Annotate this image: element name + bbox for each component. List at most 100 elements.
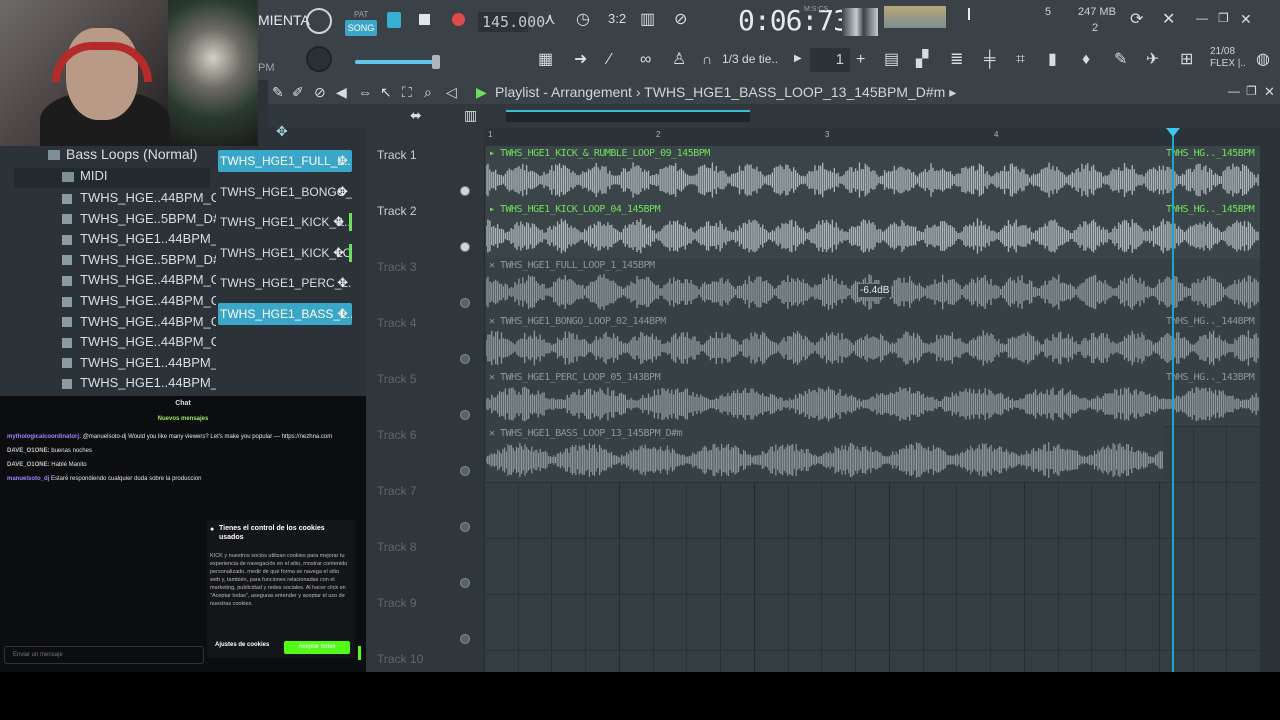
browser-file[interactable]: TWHS_HGE..44BPM_Gm	[62, 334, 232, 354]
playback-icon[interactable]: ◁	[446, 85, 457, 99]
track-label[interactable]: Track 1	[377, 148, 417, 162]
track-mute-button[interactable]	[460, 578, 470, 588]
metronome-icon[interactable]: ⋏	[544, 12, 556, 28]
track-mute-button[interactable]	[460, 522, 470, 532]
browser-icon[interactable]: ⌗	[1016, 52, 1025, 68]
playhead-marker[interactable]	[1166, 128, 1180, 137]
track-label[interactable]: Track 9	[377, 596, 417, 610]
paint-icon[interactable]: ✐	[292, 85, 304, 99]
audio-clip[interactable]: ✕ TWHS_HGE1_PERC_LOOP_05_143BPM TWHS_HG.._…	[486, 370, 1260, 426]
track-mute-button[interactable]	[460, 354, 470, 364]
help-icon[interactable]: ✈	[1146, 52, 1159, 68]
track-label[interactable]: Track 3	[377, 260, 417, 274]
pattern-item[interactable]: TWHS_HGE1_PERC_L.. ✥	[218, 272, 352, 294]
window-close-icon[interactable]: ✕	[1264, 85, 1275, 98]
track-mute-button[interactable]	[460, 186, 470, 196]
arrow-right-icon[interactable]: ➜	[574, 52, 587, 68]
track-label[interactable]: Track 4	[377, 316, 417, 330]
tempo-display[interactable]: 145.000	[478, 12, 545, 32]
mute-icon[interactable]: ◀	[336, 85, 347, 99]
vertical-scrollbar[interactable]	[1262, 146, 1276, 672]
master-volume-knob[interactable]	[306, 8, 332, 34]
track-mute-button[interactable]	[460, 634, 470, 644]
snap-selector[interactable]: 1/3 de tie..	[722, 52, 778, 66]
overview-scroll[interactable]	[506, 110, 750, 122]
select-icon[interactable]: ↖	[380, 85, 392, 99]
pattern-item[interactable]: TWHS_HGE1_BONGO_.. ✥	[218, 181, 352, 203]
touch-icon[interactable]: ✎	[1114, 52, 1127, 68]
zoom-fit-icon[interactable]: ⛶	[402, 85, 412, 99]
channel-rack-icon[interactable]: ▞	[916, 52, 928, 68]
audio-clip[interactable]: ✕ TWHS_HGE1_BONGO_LOOP_02_144BPM TWHS_HG..…	[486, 314, 1260, 370]
magnet-icon[interactable]: ∩	[702, 52, 712, 66]
snap-arrows-icon[interactable]: ✥	[276, 124, 288, 138]
refresh-icon[interactable]: ⟳	[1130, 12, 1143, 28]
track-label[interactable]: Track 7	[377, 484, 417, 498]
master-slider[interactable]	[355, 60, 435, 64]
track-mute-button[interactable]	[460, 298, 470, 308]
browser-file[interactable]: TWHS_HGE1..44BPM_Em	[62, 355, 238, 375]
browser-subfolder[interactable]: MIDI	[14, 168, 210, 188]
scroll-arrows-icon[interactable]: ⬌	[410, 108, 422, 122]
wait-input-icon[interactable]: ◷	[576, 12, 590, 28]
browser-file[interactable]: TWHS_HGE..44BPM_Gm	[62, 293, 232, 313]
browser-file[interactable]: TWHS_HGE..44BPM_Gm	[62, 272, 232, 292]
audio-clip[interactable]: ▸ TWHS_HGE1_KICK_&_RUMBLE_LOOP_09_145BPM T…	[486, 146, 1260, 202]
menu-fragment[interactable]: MIENTA	[258, 12, 310, 28]
browser-file[interactable]: TWHS_HGE..44BPM_Gm	[62, 314, 232, 334]
window-minimize-icon[interactable]: —	[1228, 85, 1240, 97]
chat-username[interactable]: manuelsoto_dj	[7, 476, 49, 482]
master-pitch-knob[interactable]	[306, 46, 332, 72]
chat-username[interactable]: DAVE_O1ONE:	[7, 462, 50, 468]
close-icon[interactable]: ✕	[1240, 12, 1252, 26]
browser-file[interactable]: TWHS_HGE1..44BPM_Em	[62, 375, 238, 395]
stop-icon[interactable]	[419, 14, 430, 25]
drag-pattern-icon[interactable]: ✥	[333, 242, 344, 264]
mixer-icon[interactable]: ≣	[950, 52, 963, 68]
track-label[interactable]: Track 2	[377, 204, 417, 218]
play-arrow-icon[interactable]: ▶	[794, 54, 802, 64]
add-pattern-icon[interactable]: +	[856, 52, 865, 68]
chat-input[interactable]: Enviar un mensaje	[4, 646, 204, 664]
breadcrumb-clip[interactable]: TWHS_HGE1_BASS_LOOP_13_145BPM_D#m	[644, 84, 945, 100]
file-icon[interactable]: ▮	[1048, 52, 1057, 68]
brush-icon[interactable]: ⁄	[608, 52, 611, 68]
master-slider-knob[interactable]	[432, 55, 440, 69]
playlist-icon[interactable]: ▤	[884, 52, 899, 68]
drag-pattern-icon[interactable]: ✥	[337, 272, 348, 294]
browser-file[interactable]: TWHS_HGE1..44BPM_Em	[62, 231, 238, 251]
stamp-icon[interactable]: ♙	[672, 52, 686, 68]
restore-icon[interactable]: ❐	[1218, 12, 1229, 24]
pattern-item[interactable]: TWHS_HGE1_KICK_&.. ✥	[218, 211, 352, 233]
pattern-item[interactable]: TWHS_HGE1_BASS_L.. ✥	[218, 303, 352, 325]
pattern-item[interactable]: TWHS_HGE1_KICK_LO.. ✥	[218, 242, 352, 264]
track-mute-button[interactable]	[460, 410, 470, 420]
tools-icon[interactable]: ✕	[1162, 12, 1175, 28]
countdown-icon[interactable]: 3:2	[608, 12, 626, 25]
drag-pattern-icon[interactable]: ✥	[337, 303, 348, 325]
track-mute-button[interactable]	[460, 466, 470, 476]
piano-icon[interactable]: ▦	[538, 52, 553, 68]
chat-username[interactable]: mythologicalcoordinatorj:	[7, 434, 81, 440]
track-label[interactable]: Track 8	[377, 540, 417, 554]
drag-pattern-icon[interactable]: ✥	[333, 211, 344, 233]
plugin-icon[interactable]: ♦	[1082, 52, 1090, 68]
minimize-icon[interactable]: —	[1196, 12, 1208, 24]
piano-roll-icon[interactable]: ╪	[984, 52, 995, 68]
delete-icon[interactable]: ⊘	[314, 85, 326, 99]
link-icon[interactable]: ∞	[640, 52, 651, 68]
drag-pattern-icon[interactable]: ✥	[337, 150, 348, 172]
pat-label[interactable]: PAT	[354, 10, 368, 19]
new-messages-banner[interactable]: Nuevos mensajes	[0, 416, 366, 422]
browser-file[interactable]: TWHS_HGE..5BPM_D#m	[62, 211, 231, 231]
track-label[interactable]: Track 5	[377, 372, 417, 386]
chat-username[interactable]: DAVE_O1ONE:	[7, 448, 50, 454]
pause-icon[interactable]	[387, 12, 401, 28]
record-icon[interactable]	[452, 13, 465, 26]
breadcrumb-arrow-icon[interactable]: ▸	[949, 84, 956, 100]
globe-icon[interactable]: ◍	[1256, 52, 1270, 68]
pattern-overview-icon[interactable]: ▥	[464, 108, 477, 122]
play-icon[interactable]: ▶	[476, 85, 487, 99]
pencil-icon[interactable]: ✎	[272, 85, 284, 99]
time-display[interactable]: 0:06:73	[738, 4, 850, 37]
